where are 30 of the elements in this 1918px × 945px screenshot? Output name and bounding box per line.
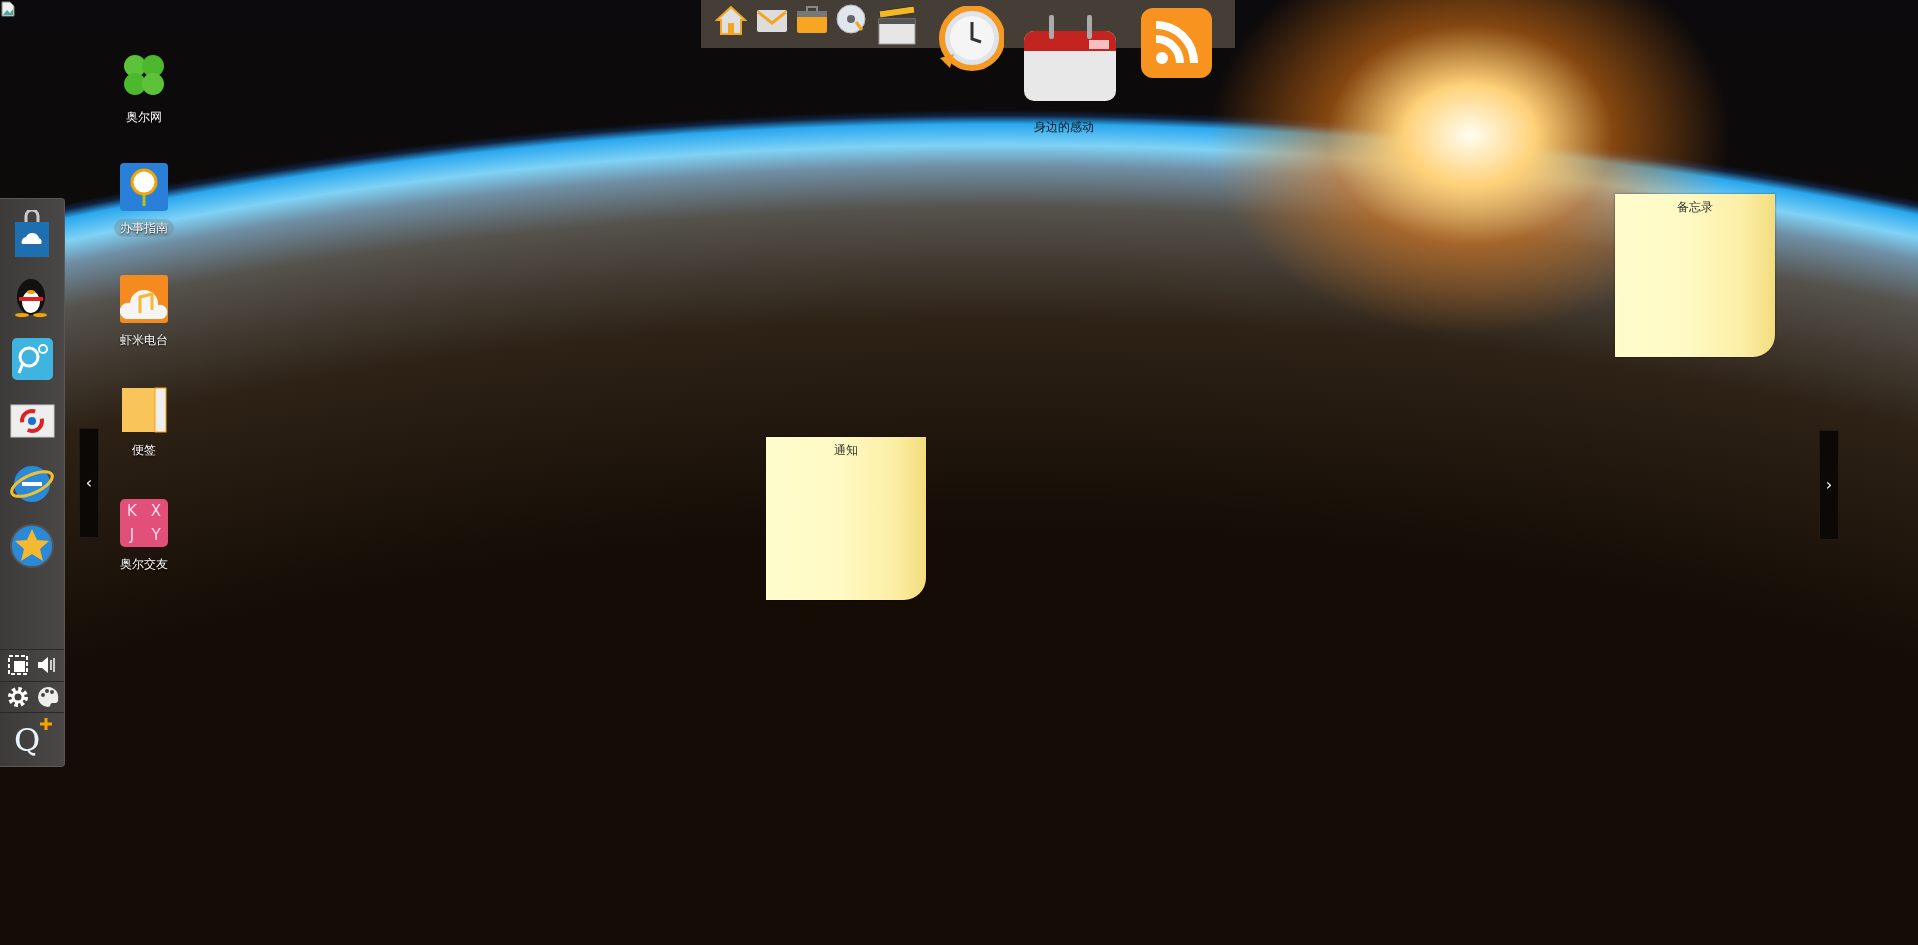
briefcase-icon[interactable] xyxy=(796,4,828,34)
speaker-icon[interactable] xyxy=(37,655,57,675)
desktop-icon-label[interactable]: 虾米电台 xyxy=(114,331,174,349)
calendar-icon[interactable] xyxy=(1023,14,1117,102)
app-logo[interactable]: Q xyxy=(14,720,52,760)
previous-page-button[interactable]: ‹ xyxy=(79,428,99,538)
desktop-icon-label[interactable]: 便签 xyxy=(126,441,162,459)
search-app-icon[interactable] xyxy=(11,337,54,381)
desktop-icon-label[interactable]: 奥尔网 xyxy=(120,108,168,126)
map-pin-icon[interactable] xyxy=(120,163,168,211)
mail-logo-icon[interactable] xyxy=(10,404,55,438)
settings-icon[interactable] xyxy=(7,686,29,708)
notebook-icon[interactable] xyxy=(121,387,167,433)
sticky-note[interactable]: 备忘录 xyxy=(1615,194,1775,357)
home-icon[interactable] xyxy=(715,5,747,35)
broken-image-icon xyxy=(1,1,15,17)
note-title: 备忘录 xyxy=(1677,199,1713,216)
plus-icon xyxy=(40,718,52,730)
widget-label: 身边的感动 xyxy=(1033,119,1095,136)
clapperboard-icon[interactable] xyxy=(878,5,916,45)
star-globe-icon[interactable] xyxy=(9,523,55,569)
shopping-bag-icon[interactable] xyxy=(14,210,50,258)
next-page-button[interactable]: › xyxy=(1819,430,1839,540)
sticky-note[interactable]: 通知 xyxy=(766,437,926,600)
note-title: 通知 xyxy=(834,442,858,459)
palette-icon[interactable] xyxy=(37,686,59,708)
rss-feed-icon[interactable] xyxy=(1140,7,1213,79)
desktop-icon-label[interactable]: 奥尔交友 xyxy=(114,555,174,573)
mail-icon[interactable] xyxy=(756,9,788,33)
disc-icon[interactable] xyxy=(836,4,866,34)
